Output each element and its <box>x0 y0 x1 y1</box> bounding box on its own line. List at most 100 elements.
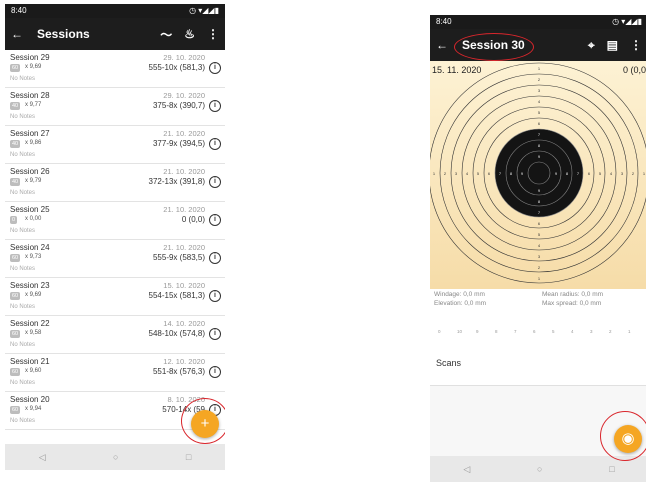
shot-count-badge: 40 <box>10 140 21 148</box>
info-icon[interactable]: i <box>209 214 221 226</box>
ring-number: 1 <box>643 171 646 176</box>
session-average: x 9,69 <box>25 292 42 298</box>
session-name: Session 25 <box>10 205 50 214</box>
ruler-label: 0 <box>438 329 441 334</box>
nav-back-icon[interactable]: ◁ <box>463 464 470 475</box>
ring-number: 5 <box>538 232 541 237</box>
fire-icon[interactable]: ♨ <box>184 27 195 41</box>
target-icon[interactable]: ⌖ <box>588 38 595 53</box>
back-arrow-icon[interactable]: ← <box>436 38 448 52</box>
session-name: Session 23 <box>10 281 50 290</box>
shot-count-badge: 60 <box>10 330 21 338</box>
info-icon[interactable]: i <box>209 100 221 112</box>
target-area[interactable]: 15. 11. 2020 0 (0,0 11112222333344445555… <box>430 61 646 289</box>
session-notes: No Notes <box>10 152 36 158</box>
session-notes: No Notes <box>10 76 36 82</box>
session-average: x 9,77 <box>25 102 42 108</box>
nav-home-icon[interactable]: ○ <box>113 452 118 462</box>
shot-count-badge: 60 <box>10 292 21 300</box>
session-notes: No Notes <box>10 114 36 120</box>
session-date: 14. 10. 2020 <box>163 319 205 328</box>
session-name: Session 29 <box>10 53 50 62</box>
session-score: 555-9x (583,5) <box>152 253 205 262</box>
session-name: Session 26 <box>10 167 50 176</box>
ring-number: 1 <box>538 66 541 71</box>
ruler-label: 7 <box>514 329 517 334</box>
session-date: 29. 10. 2020 <box>163 91 205 100</box>
ruler-label: 5 <box>552 329 555 334</box>
info-icon[interactable]: i <box>209 176 221 188</box>
shot-count-badge: 60 <box>10 254 21 262</box>
ruler-label: 4 <box>571 329 574 334</box>
score-ruler: 0 10 9 8 7 6 5 4 3 2 1 <box>430 315 646 346</box>
session-notes: No Notes <box>10 342 36 348</box>
session-name: Session 20 <box>10 395 50 404</box>
session-average: x 9,73 <box>25 254 42 260</box>
shooting-target: 1 1112 2223 3334 4445 5556 6667 7778 8889 999 <box>430 62 646 284</box>
ring-number: 3 <box>621 171 624 176</box>
session-row[interactable]: Session 24 21. 10. 2020 555-9x (583,5) 60 x … <box>5 240 225 278</box>
nav-bar: ◁ ○ □ <box>430 456 646 482</box>
more-options-icon[interactable]: ⋮ <box>630 38 642 52</box>
session-notes: No Notes <box>10 418 36 424</box>
annotation-circle <box>181 398 225 444</box>
session-notes: No Notes <box>10 190 36 196</box>
ring-number: 1 <box>538 276 541 281</box>
ring-number: 2 <box>632 171 635 176</box>
session-score: 548-10x (574,8) <box>148 329 205 338</box>
nav-home-icon[interactable]: ○ <box>537 464 542 474</box>
session-average: x 9,86 <box>25 140 42 146</box>
shot-count-badge: 0 <box>10 216 18 224</box>
session-row[interactable]: Session 23 15. 10. 2020 554-15x (581,3) 60 x… <box>5 278 225 316</box>
session-row[interactable]: Session 29 29. 10. 2020 555-10x (581,3) 60 x… <box>5 50 225 88</box>
ruler-label: 3 <box>590 329 593 334</box>
ruler-label: 1 <box>628 329 631 334</box>
ring-number: 6 <box>588 171 591 176</box>
info-icon[interactable]: i <box>209 62 221 74</box>
session-row[interactable]: Session 26 21. 10. 2020 372-13x (391,8) 40 x… <box>5 164 225 202</box>
max-spread-label: Max spread: 0,0 mm <box>542 300 602 307</box>
ring-number: 4 <box>610 171 613 176</box>
info-icon[interactable]: i <box>209 328 221 340</box>
chart-icon[interactable]: 〜 <box>160 26 172 43</box>
nav-bar: ◁ ○ □ <box>5 444 225 470</box>
info-icon[interactable]: i <box>209 290 221 302</box>
info-icon[interactable]: i <box>209 252 221 264</box>
ring-number: 6 <box>538 221 541 226</box>
session-notes: No Notes <box>10 228 36 234</box>
session-row[interactable]: Session 22 14. 10. 2020 548-10x (574,8) 60 x… <box>5 316 225 354</box>
ruler-label: 8 <box>495 329 498 334</box>
session-score: 377-9x (394,5) <box>152 139 205 148</box>
session-name: Session 21 <box>10 357 50 366</box>
back-arrow-icon[interactable]: ← <box>11 27 23 41</box>
session-notes: No Notes <box>10 304 36 310</box>
session-row[interactable]: Session 27 21. 10. 2020 377-9x (394,5) 40 x … <box>5 126 225 164</box>
session-row[interactable]: Session 28 29. 10. 2020 375-8x (390,7) 40 x … <box>5 88 225 126</box>
elevation-label: Elevation: 0,0 mm <box>434 300 487 307</box>
ring-number: 4 <box>538 243 541 248</box>
shot-count-badge: 60 <box>10 64 21 72</box>
session-date: 29. 10. 2020 <box>163 53 205 62</box>
info-icon[interactable]: i <box>209 366 221 378</box>
session-name: Session 28 <box>10 91 50 100</box>
ring-number: 3 <box>538 88 541 93</box>
scans-section: Scans <box>430 345 646 386</box>
session-date: 21. 10. 2020 <box>163 205 205 214</box>
more-options-icon[interactable]: ⋮ <box>207 27 219 41</box>
ring-number: 4 <box>466 171 469 176</box>
session-row[interactable]: Session 21 12. 10. 2020 551-8x (576,3) 60 x … <box>5 354 225 392</box>
session-date: 21. 10. 2020 <box>163 167 205 176</box>
nav-back-icon[interactable]: ◁ <box>39 452 46 463</box>
ring-number: 5 <box>538 110 541 115</box>
document-icon[interactable]: ▤ <box>607 38 618 52</box>
session-row[interactable]: Session 25 21. 10. 2020 0 (0,0) 0 x 0,00 No N… <box>5 202 225 240</box>
session-notes: No Notes <box>10 266 36 272</box>
session-name: Session 27 <box>10 129 50 138</box>
nav-recent-icon[interactable]: □ <box>609 464 614 474</box>
shot-count-badge: 40 <box>10 178 21 186</box>
info-icon[interactable]: i <box>209 138 221 150</box>
session-notes: No Notes <box>10 380 36 386</box>
nav-recent-icon[interactable]: □ <box>186 452 191 462</box>
shot-count-badge: 40 <box>10 102 21 110</box>
session-date: 15. 10. 2020 <box>163 281 205 290</box>
